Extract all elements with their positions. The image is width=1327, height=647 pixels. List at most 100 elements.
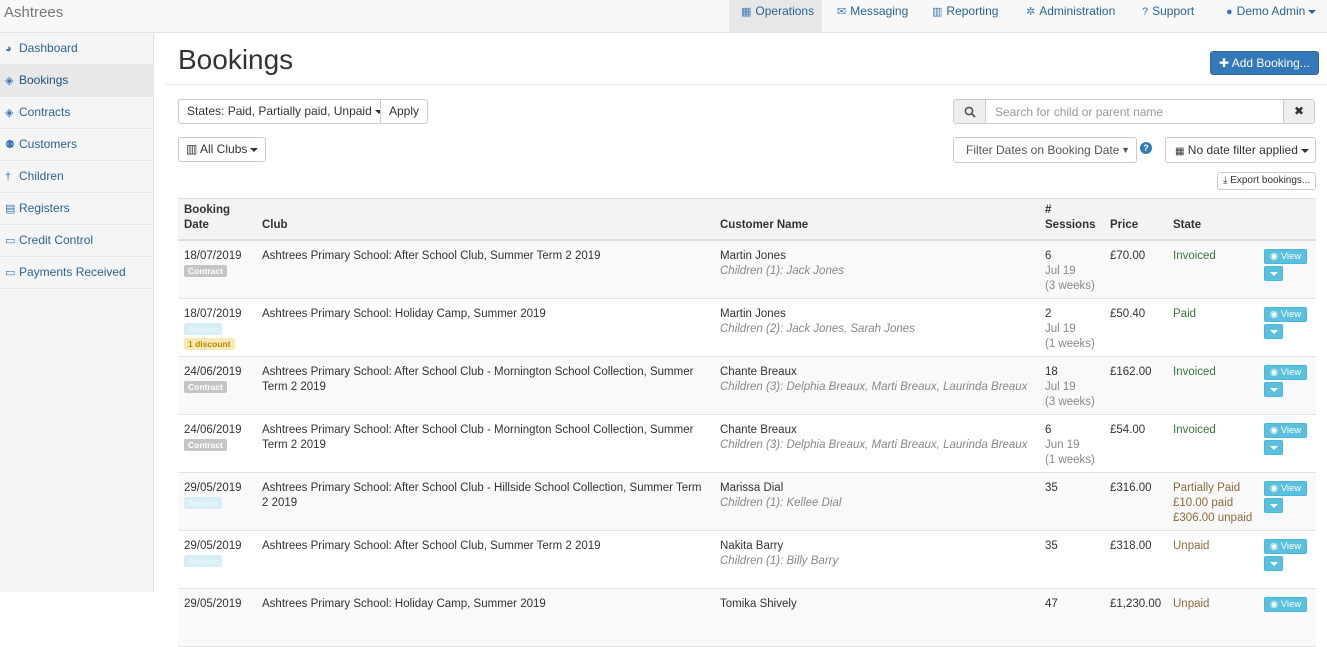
session-month: Jul 19 [1045, 265, 1076, 277]
sidebar-item-registers[interactable]: ▤ Registers [0, 193, 153, 225]
sidebar-item-children[interactable]: † Children [0, 161, 153, 193]
view-booking-button[interactable]: ◉ View [1264, 423, 1307, 438]
sidebar-item-dashboard[interactable]: ◕ Dashboard [0, 33, 153, 65]
header-booking-date[interactable]: Booking Date [184, 203, 230, 233]
state-label: Invoiced [1173, 424, 1216, 436]
session-month: Jul 19 [1045, 381, 1076, 393]
nav-operations[interactable]: ▦ Operations [729, 0, 822, 32]
children-list: Children (1): Kellee Dial [720, 497, 842, 509]
nav-administration[interactable]: ✲ Administration [1026, 0, 1115, 32]
page-title: Bookings [178, 44, 294, 75]
sidebar-item-credit-control[interactable]: ▭ Credit Control [0, 225, 153, 257]
add-booking-button[interactable]: ✚ Add Booking... [1210, 51, 1319, 75]
top-navbar: Ashtrees ▦ Operations ✉ Messaging ▥ Reporti… [0, 0, 1327, 33]
view-booking-button[interactable]: ◉ View [1264, 249, 1307, 264]
apply-button[interactable]: Apply [380, 99, 429, 124]
row-actions-dropdown[interactable] [1264, 440, 1283, 455]
view-booking-button[interactable]: ◉ View [1264, 597, 1307, 612]
sidebar-item-customers[interactable]: ⚉ Customers [0, 129, 153, 161]
row-actions-dropdown[interactable] [1264, 324, 1283, 339]
session-weeks: (3 weeks) [1045, 280, 1095, 292]
help-icon[interactable]: ? [1140, 142, 1152, 154]
bookings-table: Booking Date Club Customer Name # Sessio… [178, 198, 1316, 647]
brand-logo[interactable]: Ashtrees [4, 4, 63, 21]
table-row: 29/05/2019 Ashtrees Primary School: Holi… [178, 589, 1316, 647]
clear-search-button[interactable]: ✖ [1283, 100, 1314, 123]
sidebar-item-bookings[interactable]: ◈ Bookings [0, 65, 153, 97]
header-state[interactable]: State [1173, 218, 1201, 233]
eye-icon: ◉ [1269, 541, 1279, 552]
children-list: Children (3): Delphia Breaux, Marti Brea… [720, 381, 1028, 393]
table-row: 18/07/2019 Contract Ashtrees Primary Sch… [178, 241, 1316, 299]
nav-user-menu[interactable]: ● Demo Admin [1226, 0, 1317, 32]
club-name: Ashtrees Primary School: After School Cl… [262, 540, 601, 552]
row-actions-dropdown[interactable] [1264, 382, 1283, 397]
header-club[interactable]: Club [262, 218, 288, 233]
booking-date: 24/06/2019 [184, 424, 242, 436]
session-count: 35 [1045, 482, 1058, 494]
sidebar-item-contracts[interactable]: ◈ Contracts [0, 97, 153, 129]
export-icon: ⤓ [1223, 175, 1228, 186]
session-count: 6 [1045, 424, 1052, 436]
view-booking-button[interactable]: ◉ View [1264, 307, 1307, 322]
customer-name[interactable]: Tomika Shively [720, 597, 1040, 612]
table-row: 18/07/2019 Ad-Hoc 1 discount Ashtrees Pr… [178, 299, 1316, 357]
header-sessions[interactable]: # Sessions [1045, 203, 1096, 233]
eye-icon: ◉ [1269, 483, 1279, 494]
club-name: Ashtrees Primary School: After School Cl… [262, 424, 694, 451]
row-actions-dropdown[interactable] [1264, 498, 1283, 513]
date-range-dropdown[interactable]: ▦ No date filter applied [1165, 137, 1316, 163]
customer-name[interactable]: Nakita Barry [720, 539, 1040, 554]
view-booking-button[interactable]: ◉ View [1264, 539, 1307, 554]
states-filter-dropdown[interactable]: States: Paid, Partially paid, Unpaid [178, 99, 392, 124]
customer-name[interactable]: Chante Breaux [720, 423, 1040, 438]
search-icon [954, 100, 986, 123]
sidebar: ◕ Dashboard ◈ Bookings ◈ Contracts ⚉ Custome… [0, 33, 154, 592]
header-price[interactable]: Price [1110, 218, 1138, 233]
booking-date: 18/07/2019 [184, 308, 242, 320]
nav-support[interactable]: ? Support [1142, 0, 1194, 32]
clubs-filter-dropdown[interactable]: ▥ All Clubs [178, 137, 267, 162]
session-count: 47 [1045, 598, 1058, 610]
booking-date: 18/07/2019 [184, 250, 242, 262]
customer-name[interactable]: Chante Breaux [720, 365, 1040, 380]
adhoc-badge: Ad-Hoc [184, 323, 223, 335]
header-customer-name[interactable]: Customer Name [720, 218, 808, 233]
nav-reporting[interactable]: ▥ Reporting [932, 0, 998, 32]
price: £70.00 [1110, 250, 1146, 262]
export-bookings-button[interactable]: ⤓ Export bookings... [1217, 172, 1317, 190]
view-booking-button[interactable]: ◉ View [1264, 365, 1307, 380]
customer-name[interactable]: Marissa Dial [720, 481, 1040, 496]
nav-messaging[interactable]: ✉ Messaging [837, 0, 908, 32]
club-name: Ashtrees Primary School: Holiday Camp, S… [262, 598, 546, 610]
sidebar-item-payments-received[interactable]: ▭ Payments Received [0, 257, 153, 289]
row-actions-dropdown[interactable] [1264, 266, 1283, 281]
date-filter-type-select[interactable]: Filter Dates on Booking Date ▼ [953, 137, 1137, 163]
list-icon: ▤ [5, 203, 16, 215]
view-booking-button[interactable]: ◉ View [1264, 481, 1307, 496]
price: £162.00 [1110, 366, 1152, 378]
club-name: Ashtrees Primary School: Holiday Camp, S… [262, 308, 546, 320]
users-icon: ⚉ [5, 139, 15, 151]
bar-chart-icon: ▥ [932, 6, 943, 18]
search-input[interactable] [987, 100, 1282, 123]
price: £1,230.00 [1110, 598, 1162, 610]
children-list: Children (1): Billy Barry [720, 555, 839, 567]
session-month: Jul 19 [1045, 323, 1076, 335]
adhoc-badge: Ad-Hoc [184, 497, 223, 509]
customer-name[interactable]: Martin Jones [720, 307, 1040, 322]
state-label: Invoiced [1173, 366, 1216, 378]
state-label: Paid [1173, 308, 1197, 320]
building-icon: ▥ [186, 142, 198, 156]
state-label: Invoiced [1173, 250, 1216, 262]
chevron-down-icon [1269, 271, 1278, 276]
gear-icon: ✲ [1026, 6, 1036, 18]
row-actions-dropdown[interactable] [1264, 556, 1283, 571]
user-icon: ● [1226, 6, 1233, 18]
customer-name[interactable]: Martin Jones [720, 249, 1040, 264]
contract-badge: Contract [184, 439, 227, 451]
envelope-icon: ✉ [837, 6, 847, 18]
booking-date: 29/05/2019 [184, 598, 242, 610]
calendar-icon: ▦ [1175, 146, 1185, 157]
chevron-down-icon [1269, 387, 1278, 392]
